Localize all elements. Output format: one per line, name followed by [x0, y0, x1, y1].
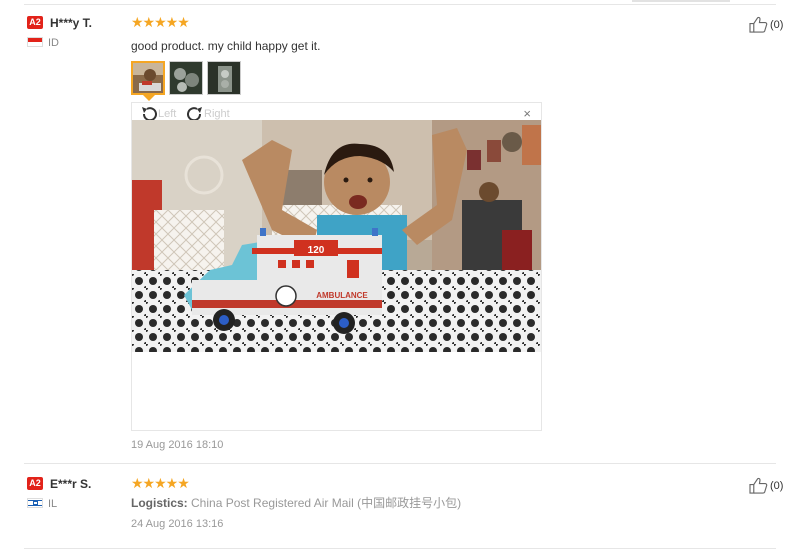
buyer-level-badge: A2 — [27, 477, 43, 490]
reviewer-name: E***r S. — [50, 477, 92, 491]
active-thumbnail-pointer — [143, 95, 155, 101]
review-date: 24 Aug 2016 13:16 — [131, 518, 224, 530]
review-photo: 120 AMBULANCE — [132, 120, 541, 352]
buyer-level-badge: A2 — [27, 16, 43, 29]
review-item: A2 E***r S. IL ★★★★★ (0) Logistics: Chin… — [0, 464, 800, 549]
helpful-count: (0) — [770, 479, 784, 492]
photo-viewer: Left Right × 120 AMBULANCE — [131, 102, 542, 431]
photo-thumbnail[interactable] — [207, 61, 241, 95]
country-flag-icon — [27, 498, 43, 508]
reviewer-country: ID — [48, 37, 59, 49]
reviewer-name: H***y T. — [50, 16, 93, 30]
logistics-label: Logistics: — [131, 496, 188, 510]
helpful-count: (0) — [770, 18, 784, 31]
thumbs-up-icon — [749, 477, 768, 494]
rotate-right-label: Right — [204, 108, 230, 120]
review-text: good product. my child happy get it. — [131, 39, 321, 53]
photo-thumbnail[interactable] — [169, 61, 203, 95]
reviewer-country: IL — [48, 498, 58, 510]
photo-thumbnail[interactable] — [131, 61, 165, 95]
logistics-info: Logistics: China Post Registered Air Mai… — [131, 494, 461, 511]
helpful-button[interactable]: (0) — [749, 16, 783, 33]
truck-number: 120 — [308, 245, 325, 256]
review-item: A2 H***y T. ID ★★★★★ (0) good product. m… — [0, 0, 800, 463]
country-flag-icon — [27, 37, 43, 47]
logistics-value: China Post Registered Air Mail (中国邮政挂号小包… — [191, 496, 462, 510]
truck-label: AMBULANCE — [316, 291, 368, 300]
review-date: 19 Aug 2016 18:10 — [131, 439, 224, 451]
rotate-left-label: Left — [158, 108, 177, 120]
rating-stars: ★★★★★ — [131, 475, 190, 491]
review-photo-thumbnails — [131, 61, 241, 95]
helpful-button[interactable]: (0) — [749, 477, 783, 494]
rating-stars: ★★★★★ — [131, 14, 190, 30]
thumbs-up-icon — [749, 16, 768, 33]
review-divider — [24, 548, 776, 549]
close-icon[interactable]: × — [523, 106, 531, 121]
